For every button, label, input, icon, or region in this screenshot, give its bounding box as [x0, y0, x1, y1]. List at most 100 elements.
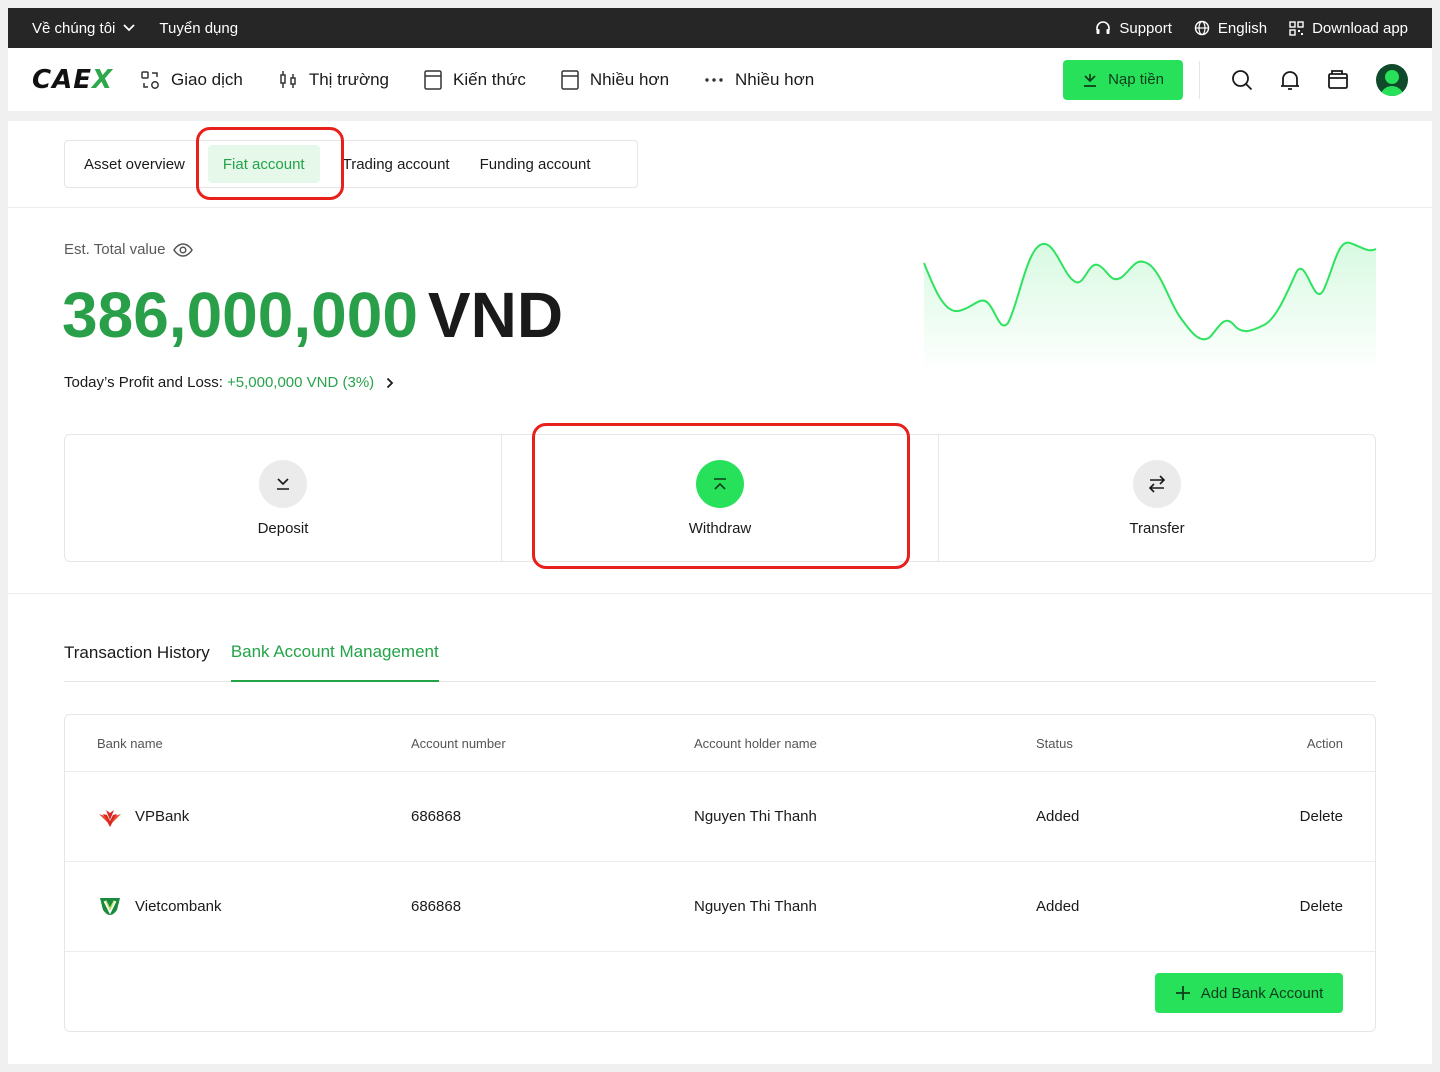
withdraw-action[interactable]: Withdraw — [502, 435, 939, 561]
est-total-text: Est. Total value — [64, 241, 166, 258]
bank-cell: VPBank — [97, 806, 189, 828]
deposit-action[interactable]: Deposit — [65, 435, 502, 561]
wallet-button[interactable] — [1326, 68, 1350, 92]
about-label: Về chúng tôi — [32, 19, 116, 37]
download-app-link[interactable]: Download app — [1289, 20, 1408, 37]
caex-logo[interactable]: CAE X — [32, 65, 113, 95]
bank-cell: Vietcombank — [97, 894, 221, 920]
main-nav: CAE X Giao dịch Thị trường Kiến thức Nhiề… — [8, 48, 1432, 111]
transfer-label: Transfer — [1129, 519, 1185, 537]
plus-icon — [1175, 986, 1190, 1000]
sparkline-chart — [923, 241, 1377, 373]
withdraw-icon-circle — [696, 459, 744, 508]
header-account-number: Account number — [411, 735, 506, 751]
book-icon — [561, 69, 579, 90]
logo-text: CAE — [32, 64, 92, 95]
pnl-label: Today’s Profit and Loss: — [64, 374, 223, 391]
chevron-down-icon — [123, 24, 136, 32]
deposit-nav-button[interactable]: Nạp tiền — [1063, 59, 1183, 100]
nav-item-label: Thị trường — [308, 69, 390, 89]
nav-item-market[interactable]: Thị trường — [277, 69, 389, 91]
add-bank-account-label: Add Bank Account — [1200, 984, 1324, 1002]
eye-icon[interactable] — [173, 242, 194, 258]
bank-accounts-table: Bank name Account number Account holder … — [64, 714, 1376, 1032]
tab-transaction-history[interactable]: Transaction History — [64, 637, 210, 682]
header-status: Status — [1036, 735, 1073, 751]
pnl-value: +5,000,000 VND (3%) — [226, 374, 375, 391]
nav-item-more-1[interactable]: Nhiều hơn — [560, 69, 669, 91]
language-label: English — [1217, 19, 1268, 37]
tab-bank-account-management[interactable]: Bank Account Management — [230, 637, 439, 682]
header-holder-name: Account holder name — [694, 735, 817, 751]
support-link[interactable]: Support — [1095, 20, 1172, 37]
delete-button[interactable]: Delete — [1300, 808, 1343, 825]
tab-trading-account[interactable]: Trading account — [328, 145, 465, 183]
deposit-icon-circle — [259, 459, 307, 508]
transfer-icon-circle — [1133, 459, 1181, 508]
status-text: Added — [1036, 898, 1080, 915]
total-value: 386,000,000 VND — [62, 277, 563, 353]
search-icon — [1232, 69, 1253, 90]
language-selector[interactable]: English — [1194, 20, 1267, 37]
bell-icon — [1281, 70, 1299, 90]
holder-name: Nguyen Thi Thanh — [694, 808, 817, 825]
about-menu[interactable]: Về chúng tôi — [32, 19, 136, 37]
deposit-icon — [277, 477, 289, 490]
download-arrow-icon — [1084, 73, 1097, 87]
transfer-action[interactable]: Transfer — [939, 435, 1375, 561]
total-value-currency: VND — [427, 279, 564, 351]
table-header: Bank name Account number Account holder … — [65, 715, 1375, 772]
top-bar: Về chúng tôi Tuyển dụng Support English … — [8, 8, 1432, 48]
nav-item-label: Nhiều hơn — [589, 69, 670, 89]
delete-button[interactable]: Delete — [1300, 898, 1343, 915]
search-button[interactable] — [1230, 68, 1254, 92]
divider — [1199, 60, 1200, 99]
book-icon — [424, 69, 442, 90]
est-total-label: Est. Total value — [64, 241, 194, 258]
section-tabs: Transaction History Bank Account Managem… — [64, 637, 1376, 682]
nav-item-more-2[interactable]: Nhiều hơn — [703, 69, 814, 91]
table-footer: Add Bank Account — [65, 952, 1375, 1032]
tab-asset-overview[interactable]: Asset overview — [69, 145, 200, 183]
qr-code-icon — [1289, 20, 1304, 36]
nav-item-label: Nhiều hơn — [735, 69, 815, 89]
pnl-row[interactable]: Today’s Profit and Loss: +5,000,000 VND … — [64, 374, 394, 391]
notifications-button[interactable] — [1278, 68, 1302, 92]
table-row: VPBank 686868 Nguyen Thi Thanh Added Del… — [65, 772, 1375, 862]
deposit-nav-label: Nạp tiền — [1108, 71, 1164, 88]
holder-name: Nguyen Thi Thanh — [694, 898, 817, 915]
tab-fiat-account[interactable]: Fiat account — [207, 145, 320, 183]
transfer-icon — [1148, 474, 1166, 493]
add-bank-account-button[interactable]: Add Bank Account — [1155, 973, 1343, 1013]
nav-item-trade[interactable]: Giao dịch — [139, 69, 243, 91]
more-dots-icon — [705, 77, 723, 82]
nav-item-label: Giao dịch — [171, 69, 243, 89]
bank-name: VPBank — [135, 808, 190, 825]
nav-item-knowledge[interactable]: Kiến thức — [423, 69, 526, 91]
nav-item-label: Kiến thức — [453, 69, 526, 89]
main-content: Asset overview Fiat account Trading acco… — [8, 121, 1432, 1064]
status-text: Added — [1036, 808, 1080, 825]
globe-icon — [1194, 20, 1210, 36]
divider — [8, 593, 1432, 594]
vpbank-logo — [97, 806, 123, 828]
chevron-right-icon — [387, 377, 394, 388]
support-label: Support — [1119, 19, 1172, 37]
account-tabs: Asset overview Fiat account Trading acco… — [64, 140, 638, 188]
avatar[interactable] — [1376, 63, 1408, 96]
careers-link[interactable]: Tuyển dụng — [159, 20, 238, 37]
candlestick-icon — [280, 70, 296, 88]
vietcombank-logo — [97, 894, 123, 920]
divider — [8, 207, 1432, 208]
total-value-number: 386,000,000 — [62, 279, 418, 351]
withdraw-icon — [714, 477, 726, 490]
account-number: 686868 — [411, 808, 462, 825]
header-action: Action — [1306, 735, 1343, 751]
download-label: Download app — [1312, 19, 1408, 37]
exchange-icon — [141, 70, 159, 89]
headset-icon — [1096, 21, 1111, 34]
header-bank-name: Bank name — [97, 735, 163, 751]
tab-funding-account[interactable]: Funding account — [465, 145, 606, 183]
table-row: Vietcombank 686868 Nguyen Thi Thanh Adde… — [65, 862, 1375, 952]
deposit-label: Deposit — [257, 519, 309, 537]
